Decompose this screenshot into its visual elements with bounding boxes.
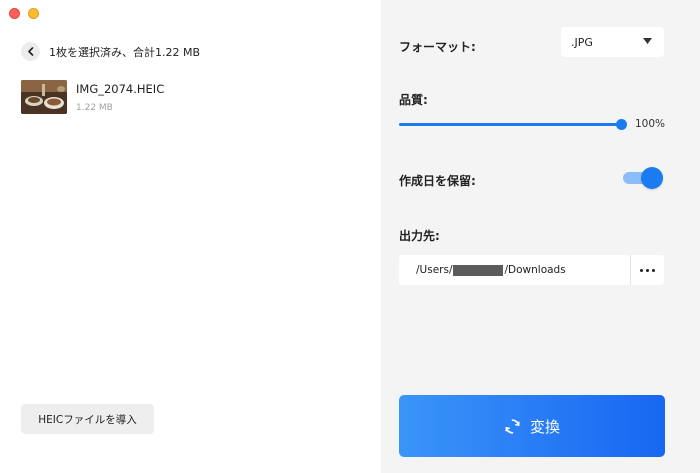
more-dot [640, 268, 643, 272]
quality-slider[interactable] [399, 119, 627, 131]
list-item[interactable]: IMG_2074.HEIC 1.22 MB [21, 80, 164, 114]
close-window-button[interactable] [9, 8, 20, 19]
slider-fill [399, 123, 621, 126]
more-dot [652, 268, 655, 272]
format-selected-value: .JPG [571, 35, 593, 49]
file-list-pane: 1枚を選択済み、合計1.22 MB IMG_2074.HEIC 1.22 MB … [0, 0, 381, 473]
back-button[interactable] [21, 42, 40, 61]
quality-label: 品質: [399, 93, 428, 107]
slider-thumb[interactable] [616, 119, 627, 130]
convert-label: 変換 [529, 417, 560, 436]
path-prefix: /Users/ [416, 264, 453, 276]
keep-date-toggle[interactable] [623, 167, 663, 189]
browse-more-button[interactable] [630, 255, 664, 285]
minimize-window-button[interactable] [28, 8, 39, 19]
import-heic-button[interactable]: HEICファイルを導入 [21, 404, 154, 434]
chevron-left-icon [27, 47, 33, 56]
keep-date-label: 作成日を保留: [399, 174, 476, 188]
output-path: /Users/ /Downloads [399, 264, 630, 276]
path-suffix: /Downloads [504, 264, 566, 276]
more-dot [646, 268, 649, 272]
format-select[interactable]: .JPG [561, 27, 664, 57]
refresh-icon [505, 418, 520, 434]
output-path-field[interactable]: /Users/ /Downloads [399, 255, 664, 285]
quality-value: 100% [635, 118, 666, 130]
output-label: 出力先: [399, 229, 440, 243]
redacted-username [453, 264, 504, 276]
file-name: IMG_2074.HEIC [76, 82, 165, 96]
convert-button[interactable]: 変換 [399, 395, 665, 457]
settings-pane: フォーマット: .JPG 品質: 100% 作成日を保留: 出力先: /User… [381, 0, 700, 473]
selection-summary: 1枚を選択済み、合計1.22 MB [49, 45, 201, 59]
file-thumbnail [21, 80, 67, 114]
selection-header: 1枚を選択済み、合計1.22 MB [21, 42, 200, 61]
window-controls [9, 8, 39, 19]
file-meta: IMG_2074.HEIC 1.22 MB [76, 80, 164, 114]
caret-down-icon [643, 38, 652, 44]
toggle-knob [641, 167, 663, 189]
file-size: 1.22 MB [76, 103, 113, 113]
photo-thumbnail-image [21, 80, 67, 114]
format-label: フォーマット: [399, 40, 476, 54]
